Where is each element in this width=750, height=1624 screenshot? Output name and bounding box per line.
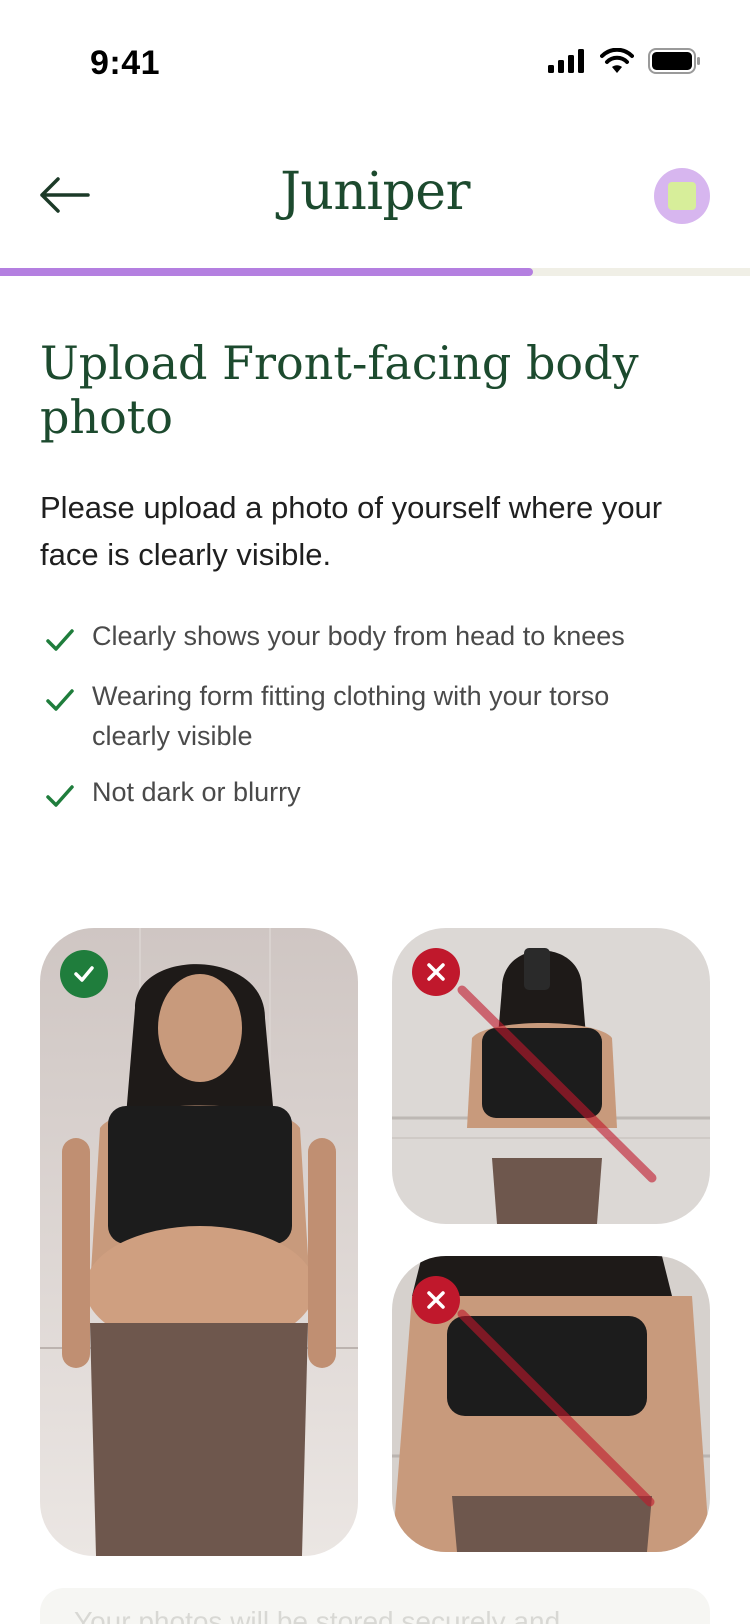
cross-badge-icon bbox=[412, 1276, 460, 1324]
progress-bar bbox=[0, 268, 750, 276]
checkmark-icon bbox=[46, 629, 74, 651]
privacy-note: Your photos will be stored securely and bbox=[40, 1588, 710, 1624]
avatar[interactable] bbox=[654, 168, 710, 224]
progress-bar-fill bbox=[0, 268, 533, 276]
body-photo-illustration bbox=[40, 928, 358, 1556]
status-time: 9:41 bbox=[90, 44, 161, 82]
avatar-pattern-icon bbox=[668, 182, 696, 210]
bad-example-photo bbox=[392, 928, 710, 1224]
page-title: Upload Front-facing body photo bbox=[40, 336, 639, 444]
requirement-item: Not dark or blurry bbox=[40, 772, 680, 816]
cross-badge-icon bbox=[412, 948, 460, 996]
cellular-signal-icon bbox=[548, 49, 584, 73]
status-bar: 9:41 bbox=[0, 0, 750, 130]
checkmark-icon bbox=[46, 785, 74, 807]
requirement-text: Clearly shows your body from head to kne… bbox=[92, 621, 625, 651]
app-header: Juniper bbox=[0, 150, 750, 240]
check-badge-icon bbox=[60, 950, 108, 998]
wifi-icon bbox=[600, 48, 634, 73]
requirement-text: Not dark or blurry bbox=[92, 777, 301, 807]
privacy-note-text: Your photos will be stored securely and bbox=[74, 1606, 561, 1624]
requirement-item: Clearly shows your body from head to kne… bbox=[40, 616, 680, 660]
status-icons bbox=[548, 48, 702, 74]
battery-icon bbox=[648, 48, 700, 74]
bad-example-photo bbox=[392, 1256, 710, 1552]
requirements-list: Clearly shows your body from head to kne… bbox=[40, 616, 680, 832]
checkmark-icon bbox=[46, 689, 74, 711]
good-example-photo bbox=[40, 928, 358, 1556]
juniper-logo: Juniper bbox=[280, 162, 470, 222]
requirement-item: Wearing form fitting clothing with your … bbox=[40, 676, 680, 756]
requirement-text: Wearing form fitting clothing with your … bbox=[92, 681, 610, 751]
page-subtitle: Please upload a photo of yourself where … bbox=[40, 490, 663, 572]
